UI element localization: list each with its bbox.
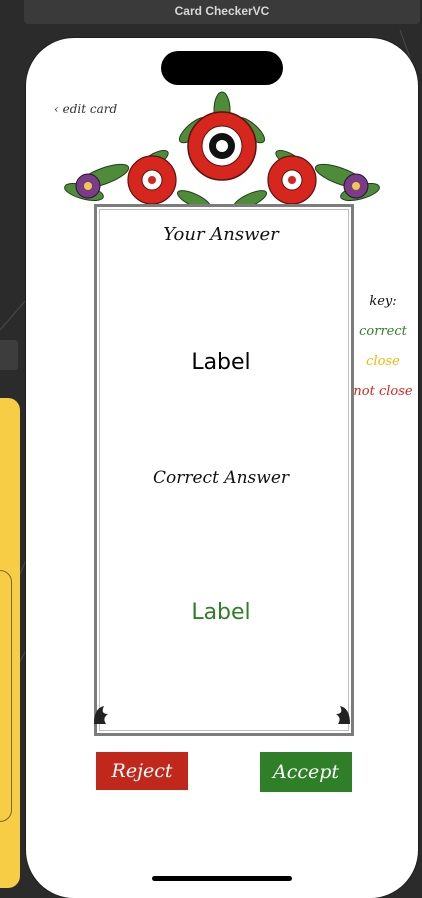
frame-corner-ornament-right: [336, 706, 350, 724]
floral-header-decoration: [64, 91, 380, 210]
edit-card-link[interactable]: ‹ edit card: [54, 102, 117, 116]
side-chip: [0, 340, 18, 370]
side-panel-outline: [0, 570, 12, 822]
window-title: Card CheckerVC: [174, 4, 270, 18]
frame-corner-ornament-left: [94, 706, 108, 724]
device-screen: ‹ edit card Your Answer Label Correct An…: [26, 38, 418, 898]
key-title: key:: [369, 294, 397, 309]
color-key: key: correct close not close: [348, 294, 418, 414]
key-close: close: [366, 354, 400, 369]
key-not-close: not close: [353, 384, 413, 399]
accept-button[interactable]: Accept: [260, 752, 352, 792]
home-indicator: [152, 876, 292, 881]
your-answer-title: Your Answer: [163, 224, 279, 245]
window-title-bar: Card CheckerVC: [24, 0, 420, 24]
your-answer-label: Label: [191, 350, 251, 375]
correct-answer-label: Label: [191, 600, 251, 625]
correct-answer-title: Correct Answer: [153, 468, 289, 488]
key-correct: correct: [359, 324, 407, 339]
reject-button[interactable]: Reject: [96, 752, 188, 790]
